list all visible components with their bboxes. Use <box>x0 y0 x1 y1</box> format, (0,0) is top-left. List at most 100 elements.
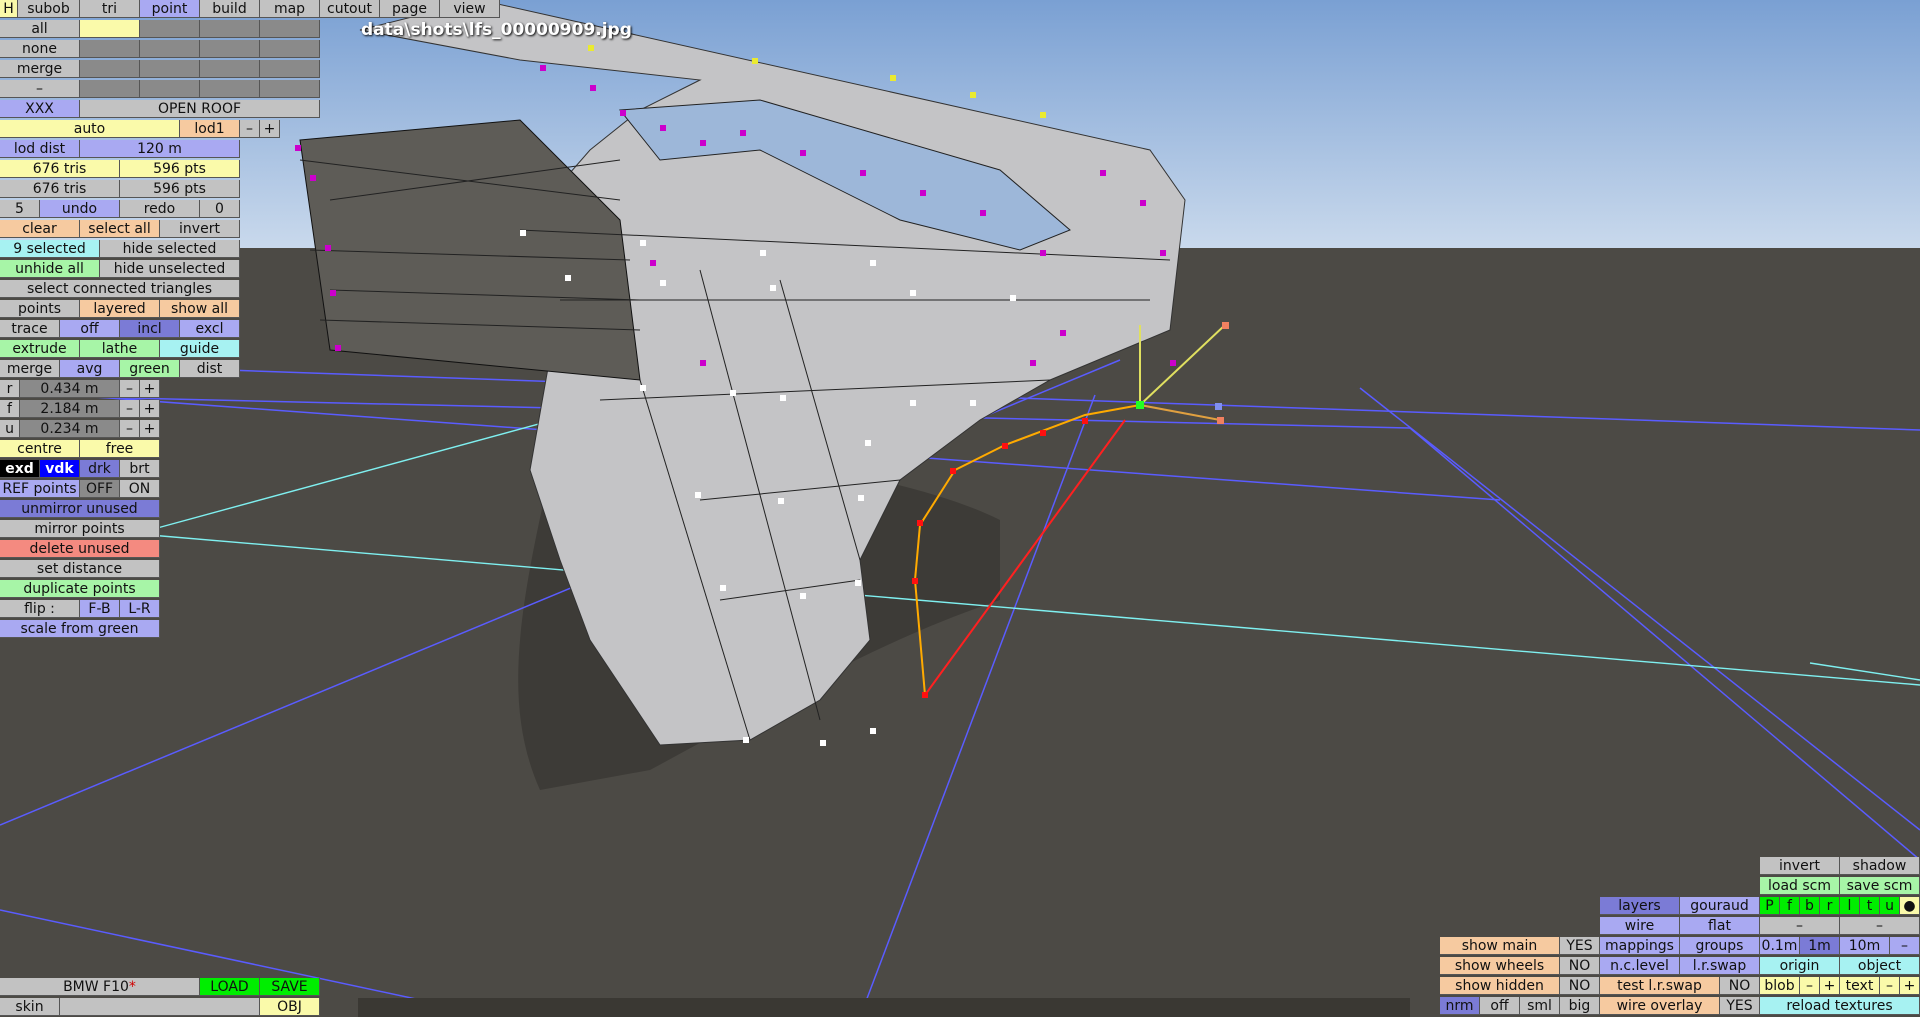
tab-page[interactable]: page <box>380 0 440 18</box>
slot-4-3[interactable] <box>200 80 260 98</box>
shadow-button[interactable]: shadow <box>1840 857 1920 875</box>
tab-view[interactable]: view <box>440 0 500 18</box>
show-all-button[interactable]: show all <box>160 300 240 318</box>
guide-button[interactable]: guide <box>160 340 240 358</box>
slot-2-2[interactable] <box>140 40 200 58</box>
skin-field[interactable] <box>60 998 260 1016</box>
open-roof-button[interactable]: OPEN ROOF <box>80 100 320 118</box>
xxx-button[interactable]: XXX <box>0 100 80 118</box>
flat-button[interactable]: flat <box>1680 917 1760 935</box>
slot-3-2[interactable] <box>140 60 200 78</box>
origin-button[interactable]: origin <box>1760 957 1840 975</box>
test-lr-swap-button[interactable]: test l.r.swap <box>1600 977 1720 995</box>
tab-subob[interactable]: subob <box>18 0 80 18</box>
invert-selection-button[interactable]: invert <box>160 220 240 238</box>
slot-4-4[interactable] <box>260 80 320 98</box>
hide-unselected-button[interactable]: hide unselected <box>100 260 240 278</box>
u-minus-button[interactable]: – <box>120 420 140 438</box>
slot-4-2[interactable] <box>140 80 200 98</box>
object-button[interactable]: object <box>1840 957 1920 975</box>
ref-on-button[interactable]: ON <box>120 480 160 498</box>
test-lr-swap-value[interactable]: NO <box>1720 977 1760 995</box>
slot-2-4[interactable] <box>260 40 320 58</box>
slot-3-4[interactable] <box>260 60 320 78</box>
brt-button[interactable]: brt <box>120 460 160 478</box>
flip-lr-button[interactable]: L-R <box>120 600 160 618</box>
load-button[interactable]: LOAD <box>200 978 260 996</box>
hide-selected-button[interactable]: hide selected <box>100 240 240 258</box>
invert-button[interactable]: invert <box>1760 857 1840 875</box>
r-minus-button[interactable]: – <box>120 380 140 398</box>
trace-excl-button[interactable]: excl <box>180 320 240 338</box>
wire-overlay-value[interactable]: YES <box>1720 997 1760 1015</box>
show-hidden-button[interactable]: show hidden <box>1440 977 1560 995</box>
layer-dot-toggle[interactable]: ● <box>1900 897 1920 915</box>
grid-10m-button[interactable]: 10m <box>1840 937 1890 955</box>
text-button[interactable]: text <box>1840 977 1880 995</box>
load-scm-button[interactable]: load scm <box>1760 877 1840 895</box>
duplicate-points-button[interactable]: duplicate points <box>0 580 160 598</box>
slot-3-3[interactable] <box>200 60 260 78</box>
centre-button[interactable]: centre <box>0 440 80 458</box>
slot-2-1[interactable] <box>80 40 140 58</box>
slot-1-1[interactable] <box>80 20 140 38</box>
merge-green-button[interactable]: green <box>120 360 180 378</box>
exd-button[interactable]: exd <box>0 460 40 478</box>
layer-t-toggle[interactable]: t <box>1860 897 1880 915</box>
grid-dash-button[interactable]: – <box>1890 937 1920 955</box>
grid-1m-button[interactable]: 1m <box>1800 937 1840 955</box>
dash-button-1[interactable]: – <box>1760 917 1840 935</box>
show-main-button[interactable]: show main <box>1440 937 1560 955</box>
merge-button[interactable]: merge <box>0 360 60 378</box>
redo-button[interactable]: redo <box>120 200 200 218</box>
mirror-points-button[interactable]: mirror points <box>0 520 160 538</box>
show-wheels-button[interactable]: show wheels <box>1440 957 1560 975</box>
show-wheels-value[interactable]: NO <box>1560 957 1600 975</box>
set-distance-button[interactable]: set distance <box>0 560 160 578</box>
slot-1-2[interactable] <box>140 20 200 38</box>
u-value[interactable]: 0.234 m <box>20 420 120 438</box>
ref-off-button[interactable]: OFF <box>80 480 120 498</box>
save-button[interactable]: SAVE <box>260 978 320 996</box>
drk-button[interactable]: drk <box>80 460 120 478</box>
merge-dist-button[interactable]: dist <box>180 360 240 378</box>
slot-2-3[interactable] <box>200 40 260 58</box>
show-hidden-value[interactable]: NO <box>1560 977 1600 995</box>
f-value[interactable]: 2.184 m <box>20 400 120 418</box>
layer-p-toggle[interactable]: P <box>1760 897 1780 915</box>
clear-button[interactable]: clear <box>0 220 80 238</box>
lod-auto-button[interactable]: auto <box>0 120 180 138</box>
extrude-button[interactable]: extrude <box>0 340 80 358</box>
trace-incl-button[interactable]: incl <box>120 320 180 338</box>
wire-overlay-button[interactable]: wire overlay <box>1600 997 1720 1015</box>
lr-swap-button[interactable]: l.r.swap <box>1680 957 1760 975</box>
text-plus-button[interactable]: + <box>1900 977 1920 995</box>
select-connected-triangles-button[interactable]: select connected triangles <box>0 280 240 298</box>
nc-level-button[interactable]: n.c.level <box>1600 957 1680 975</box>
points-button[interactable]: points <box>0 300 80 318</box>
car-name-button[interactable]: BMW F10* <box>0 978 200 996</box>
select-all-points-button[interactable]: select all <box>80 220 160 238</box>
vdk-button[interactable]: vdk <box>40 460 80 478</box>
mappings-button[interactable]: mappings <box>1600 937 1680 955</box>
wire-button[interactable]: wire <box>1600 917 1680 935</box>
reload-textures-button[interactable]: reload textures <box>1760 997 1920 1015</box>
unmirror-unused-button[interactable]: unmirror unused <box>0 500 160 518</box>
slot-1-3[interactable] <box>200 20 260 38</box>
layer-f-toggle[interactable]: f <box>1780 897 1800 915</box>
dash-button-2[interactable]: – <box>1840 917 1920 935</box>
f-plus-button[interactable]: + <box>140 400 160 418</box>
show-main-value[interactable]: YES <box>1560 937 1600 955</box>
unhide-all-button[interactable]: unhide all <box>0 260 100 278</box>
lod-minus-button[interactable]: – <box>240 120 260 138</box>
nrm-button[interactable]: nrm <box>1440 997 1480 1015</box>
trace-off-button[interactable]: off <box>60 320 120 338</box>
blob-minus-button[interactable]: – <box>1800 977 1820 995</box>
obj-button[interactable]: OBJ <box>260 998 320 1016</box>
gouraud-button[interactable]: gouraud <box>1680 897 1760 915</box>
merge-avg-button[interactable]: avg <box>60 360 120 378</box>
trace-button[interactable]: trace <box>0 320 60 338</box>
free-button[interactable]: free <box>80 440 160 458</box>
slot-1-4[interactable] <box>260 20 320 38</box>
select-merge-button[interactable]: merge <box>0 60 80 78</box>
